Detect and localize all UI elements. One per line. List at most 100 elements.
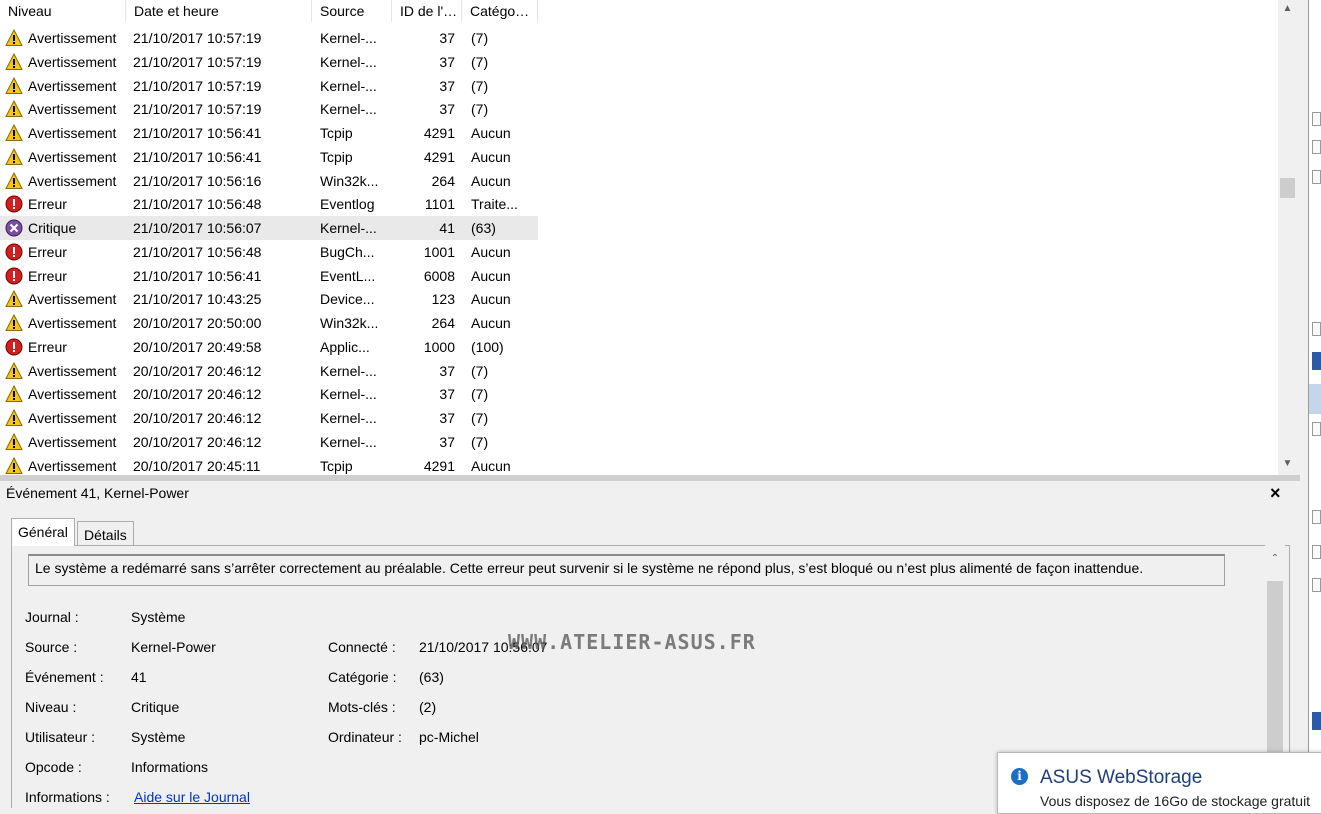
date-cell: 21/10/2017 10:57:19 [133, 77, 262, 94]
table-row[interactable]: Avertissement 20/10/2017 20:46:12 Kernel-.… [0, 382, 538, 406]
level-cell: Avertissement [28, 125, 117, 141]
help-log-link[interactable]: Aide sur le Journal [134, 789, 250, 805]
category-cell: (7) [471, 77, 489, 94]
panel-icon[interactable] [1312, 352, 1321, 370]
panel-icon[interactable] [1312, 712, 1321, 730]
date-cell: 21/10/2017 10:43:25 [133, 291, 262, 308]
event-id-cell: 264 [431, 172, 455, 189]
level-cell: Erreur [28, 338, 67, 355]
panel-highlight[interactable] [1309, 384, 1321, 414]
user-label: Utilisateur : [25, 729, 96, 745]
column-header-date[interactable]: Date et heure [126, 0, 312, 22]
table-row[interactable]: Avertissement 20/10/2017 20:50:00 Win32k..… [0, 311, 538, 335]
level-cell: Erreur [28, 243, 67, 260]
journal-value[interactable]: Système [131, 609, 185, 625]
table-row[interactable]: Erreur 21/10/2017 10:56:41 EventL... 6008 Au… [0, 264, 538, 288]
warning-icon [5, 313, 23, 332]
warning-icon [5, 100, 23, 118]
detail-scroll-up-icon[interactable]: ⌃ [1265, 553, 1285, 564]
opcode-value[interactable]: Informations [131, 759, 208, 775]
journal-label: Journal : [25, 609, 79, 625]
error-icon [5, 338, 23, 356]
source-value[interactable]: Kernel-Power [131, 639, 216, 655]
source-cell: Kernel-... [320, 77, 377, 94]
keywords-label: Mots-clés : [328, 699, 396, 715]
logged-value[interactable]: 21/10/2017 10:56:07 [419, 639, 547, 655]
keywords-value[interactable]: (2) [419, 699, 436, 715]
error-icon [5, 243, 23, 261]
table-row[interactable]: Avertissement 21/10/2017 10:56:16 Win32k..… [0, 169, 538, 193]
category-value[interactable]: (63) [419, 669, 444, 685]
panel-icon[interactable] [1312, 112, 1321, 126]
event-id-cell: 37 [439, 362, 455, 379]
column-header-level[interactable]: Niveau [0, 0, 126, 22]
source-cell: EventL... [320, 267, 376, 284]
category-cell: (7) [471, 30, 489, 46]
event-id-cell: 1001 [423, 243, 455, 260]
column-header-source[interactable]: Source [312, 0, 392, 22]
logged-label: Connecté : [328, 639, 396, 655]
panel-icon[interactable] [1312, 545, 1321, 559]
column-header-category[interactable]: Catégo… [462, 0, 538, 22]
table-row[interactable]: Avertissement 20/10/2017 20:46:12 Kernel-.… [0, 406, 538, 430]
panel-icon[interactable] [1312, 322, 1321, 336]
tab-general[interactable]: Général [11, 518, 75, 546]
level-cell: Avertissement [28, 101, 117, 118]
table-row[interactable]: Erreur 20/10/2017 20:49:58 Applic... 1000 (1… [0, 335, 538, 359]
table-row[interactable]: Avertissement 20/10/2017 20:45:11 Tcpip 429… [0, 454, 538, 476]
event-description[interactable]: Le système a redémarré sans s’arrêter co… [28, 554, 1225, 586]
date-cell: 21/10/2017 10:56:07 [133, 220, 262, 236]
list-scroll-thumb[interactable] [1280, 178, 1295, 198]
table-row[interactable]: Avertissement 21/10/2017 10:43:25 Device..… [0, 287, 538, 311]
source-cell: Kernel-... [320, 410, 377, 426]
level-cell: Erreur [28, 267, 67, 284]
panel-icon[interactable] [1312, 510, 1321, 524]
date-cell: 20/10/2017 20:50:00 [133, 315, 262, 331]
panel-icon[interactable] [1312, 422, 1321, 436]
table-row[interactable]: Avertissement 21/10/2017 10:57:19 Kernel-.… [0, 97, 538, 121]
computer-value[interactable]: pc-Michel [419, 729, 479, 745]
warning-icon [5, 456, 23, 475]
panel-icon[interactable] [1312, 140, 1321, 154]
scroll-down-arrow-icon[interactable]: ▼ [1278, 455, 1297, 472]
table-row[interactable]: Avertissement 21/10/2017 10:57:19 Kernel-.… [0, 26, 538, 50]
event-id-cell: 41 [439, 220, 455, 236]
list-scrollbar[interactable]: ▲ ▼ [1278, 0, 1297, 475]
warning-icon [5, 408, 23, 427]
table-row[interactable]: Avertissement 21/10/2017 10:57:19 Kernel-.… [0, 74, 538, 98]
column-header-event-id[interactable]: ID de l'… [392, 0, 462, 22]
table-row[interactable]: Erreur 21/10/2017 10:56:48 BugCh... 1001 Auc… [0, 240, 538, 264]
date-cell: 21/10/2017 10:57:19 [133, 30, 262, 46]
table-row[interactable]: Avertissement 21/10/2017 10:56:41 Tcpip 429… [0, 145, 538, 169]
info-icon: i [1011, 768, 1028, 785]
level-cell: Erreur [28, 196, 67, 213]
close-icon[interactable]: × [1270, 483, 1281, 504]
webstorage-notification[interactable]: i ASUS WebStorage Vous disposez de 16Go … [997, 752, 1321, 814]
notification-title: ASUS WebStorage [1040, 767, 1203, 788]
event-id-value[interactable]: 41 [131, 669, 147, 685]
user-value[interactable]: Système [131, 729, 185, 745]
table-row[interactable]: Critique 21/10/2017 10:56:07 Kernel-... 41 (… [0, 216, 538, 240]
level-cell: Avertissement [28, 386, 117, 403]
source-cell: Tcpip [320, 457, 353, 474]
table-row[interactable]: Avertissement 20/10/2017 20:46:12 Kernel-.… [0, 359, 538, 383]
table-row[interactable]: Avertissement 20/10/2017 20:46:12 Kernel-.… [0, 430, 538, 454]
panel-icon[interactable] [1312, 170, 1321, 184]
warning-icon [5, 76, 23, 95]
table-row[interactable]: Erreur 21/10/2017 10:56:48 Eventlog 1101 Tra… [0, 192, 538, 216]
source-cell: Win32k... [320, 172, 379, 189]
tab-details[interactable]: Détails [77, 521, 134, 547]
table-row[interactable]: Avertissement 21/10/2017 10:57:19 Kernel-.… [0, 50, 538, 74]
level-cell: Avertissement [28, 410, 117, 426]
warning-icon [5, 147, 23, 166]
category-cell: Aucun [471, 315, 511, 331]
category-cell: Aucun [471, 172, 511, 189]
category-cell: (7) [471, 410, 489, 426]
level-value[interactable]: Critique [131, 699, 179, 715]
scroll-up-arrow-icon[interactable]: ▲ [1278, 0, 1297, 17]
event-id-cell: 6008 [423, 267, 455, 284]
panel-icon[interactable] [1312, 578, 1321, 592]
table-row[interactable]: Avertissement 21/10/2017 10:56:41 Tcpip 429… [0, 121, 538, 145]
date-cell: 21/10/2017 10:56:48 [133, 243, 262, 260]
warning-icon [5, 171, 23, 190]
